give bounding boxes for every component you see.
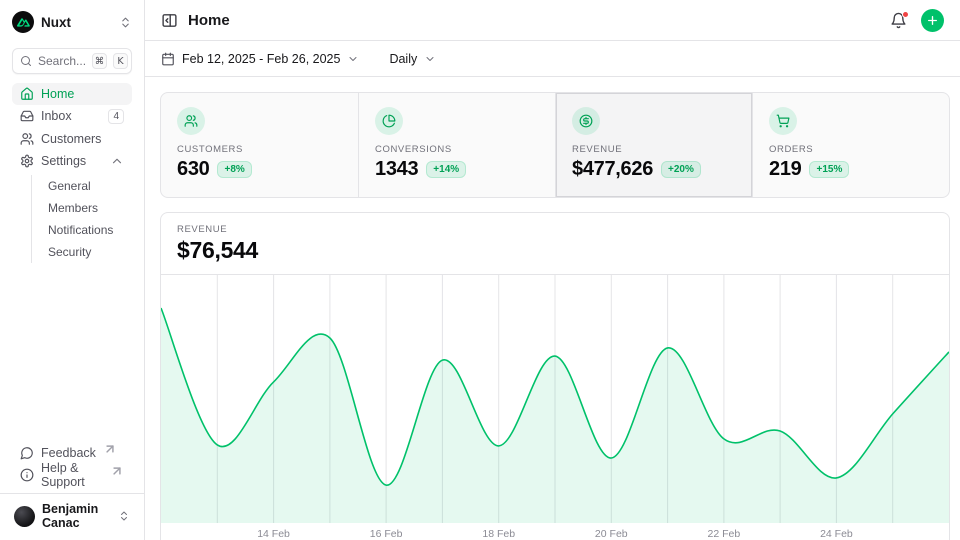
x-tick-label: 16 Feb — [370, 528, 403, 540]
revenue-chart-header: REVENUE $76,544 — [161, 213, 949, 275]
external-link-icon — [103, 442, 117, 456]
help-support-link[interactable]: Help & Support — [12, 465, 132, 487]
sidebar-item-home[interactable]: Home — [12, 83, 132, 105]
chevrons-up-down-icon — [119, 16, 132, 29]
speech-bubble-icon — [20, 446, 34, 460]
avatar — [14, 506, 35, 527]
gear-icon — [20, 154, 34, 168]
stat-delta-badge: +14% — [426, 161, 466, 178]
stat-label: ORDERS — [769, 144, 933, 155]
dollar-circle-icon — [572, 107, 600, 135]
nuxt-logo-icon — [12, 11, 34, 33]
x-tick-label: 22 Feb — [707, 528, 740, 540]
inbox-count-badge: 4 — [108, 109, 124, 124]
sidebar: Nuxt Search... ⌘ K Home Inbox 4 — [0, 0, 145, 540]
inbox-icon — [20, 109, 34, 123]
sidebar-footer: Feedback Help & Support — [12, 442, 132, 486]
chart-pie-icon — [375, 107, 403, 135]
stat-delta-badge: +20% — [661, 161, 701, 178]
page-header: Home — [145, 0, 960, 41]
period-value: Daily — [389, 52, 417, 66]
stat-value: 1343 — [375, 158, 418, 181]
house-icon — [20, 87, 34, 101]
stat-delta-badge: +8% — [217, 161, 251, 178]
sidebar-item-security[interactable]: Security — [32, 241, 132, 263]
users-icon — [177, 107, 205, 135]
x-tick-label: 20 Feb — [595, 528, 628, 540]
workspace-switcher[interactable]: Nuxt — [12, 10, 132, 34]
stat-card-orders[interactable]: ORDERS 219 +15% — [752, 93, 949, 197]
stat-label: REVENUE — [572, 144, 736, 155]
chevron-up-icon — [110, 154, 124, 168]
chevron-down-icon — [424, 53, 436, 65]
stat-delta-badge: +15% — [809, 161, 849, 178]
chevrons-up-down-icon — [118, 510, 130, 522]
sidebar-item-general[interactable]: General — [32, 175, 132, 197]
sidebar-item-members[interactable]: Members — [32, 197, 132, 219]
kbd-meta: ⌘ — [92, 53, 107, 69]
x-tick-label: 18 Feb — [482, 528, 515, 540]
stat-value: 219 — [769, 158, 801, 181]
sidebar-item-notifications[interactable]: Notifications — [32, 219, 132, 241]
settings-submenu: General Members Notifications Security — [31, 175, 132, 263]
date-range-value: Feb 12, 2025 - Feb 26, 2025 — [182, 52, 340, 66]
main-area: Home Feb 12, 2025 - Feb 26, 2025 Daily — [145, 0, 960, 540]
panel-left-close-icon — [161, 12, 178, 29]
period-select[interactable]: Daily — [389, 52, 436, 66]
revenue-chart-plot[interactable] — [161, 275, 949, 523]
chevron-down-icon — [347, 53, 359, 65]
stats-row: CUSTOMERS 630 +8% CONVERSIONS 1343 +14% — [160, 92, 950, 198]
user-name: Benjamin Canac — [42, 502, 104, 530]
stat-card-revenue[interactable]: REVENUE $477,626 +20% — [555, 93, 752, 197]
user-menu[interactable]: Benjamin Canac — [12, 494, 132, 534]
sidebar-item-customers[interactable]: Customers — [12, 128, 132, 150]
stat-label: CONVERSIONS — [375, 144, 539, 155]
stat-value: 630 — [177, 158, 209, 181]
search-placeholder: Search... — [38, 54, 86, 68]
kbd-k: K — [113, 53, 128, 69]
search-input[interactable]: Search... ⌘ K — [12, 48, 132, 74]
revenue-chart-card: REVENUE $76,544 14 Feb 16 Feb 18 Feb 20 … — [160, 212, 950, 540]
stat-label: CUSTOMERS — [177, 144, 342, 155]
users-icon — [20, 132, 34, 146]
sidebar-nav: Home Inbox 4 Customers Settings General — [12, 83, 132, 263]
filters-toolbar: Feb 12, 2025 - Feb 26, 2025 Daily — [145, 41, 960, 77]
stat-card-customers[interactable]: CUSTOMERS 630 +8% — [161, 93, 358, 197]
sidebar-item-inbox[interactable]: Inbox 4 — [12, 106, 132, 128]
plus-icon — [926, 14, 939, 27]
x-tick-label: 14 Feb — [257, 528, 290, 540]
revenue-chart-xaxis: 14 Feb 16 Feb 18 Feb 20 Feb 22 Feb 24 Fe… — [161, 523, 949, 540]
stat-value: $477,626 — [572, 158, 653, 181]
revenue-chart-total: $76,544 — [177, 237, 933, 264]
sidebar-collapse-button[interactable] — [161, 12, 178, 29]
date-range-picker[interactable]: Feb 12, 2025 - Feb 26, 2025 — [161, 52, 359, 66]
info-circle-icon — [20, 468, 34, 482]
notification-dot — [902, 11, 909, 18]
page-title: Home — [188, 12, 230, 29]
external-link-icon — [110, 464, 124, 478]
search-icon — [20, 55, 32, 67]
page-content: CUSTOMERS 630 +8% CONVERSIONS 1343 +14% — [145, 77, 960, 540]
add-button[interactable] — [921, 9, 944, 32]
shopping-cart-icon — [769, 107, 797, 135]
x-tick-label: 24 Feb — [820, 528, 853, 540]
stat-card-conversions[interactable]: CONVERSIONS 1343 +14% — [358, 93, 555, 197]
calendar-icon — [161, 52, 175, 66]
app-window: Nuxt Search... ⌘ K Home Inbox 4 — [0, 0, 960, 540]
workspace-name: Nuxt — [41, 15, 71, 30]
revenue-chart-kicker: REVENUE — [177, 224, 933, 235]
revenue-area-chart — [161, 275, 949, 523]
notifications-button[interactable] — [890, 12, 907, 29]
sidebar-item-settings[interactable]: Settings — [12, 151, 132, 173]
